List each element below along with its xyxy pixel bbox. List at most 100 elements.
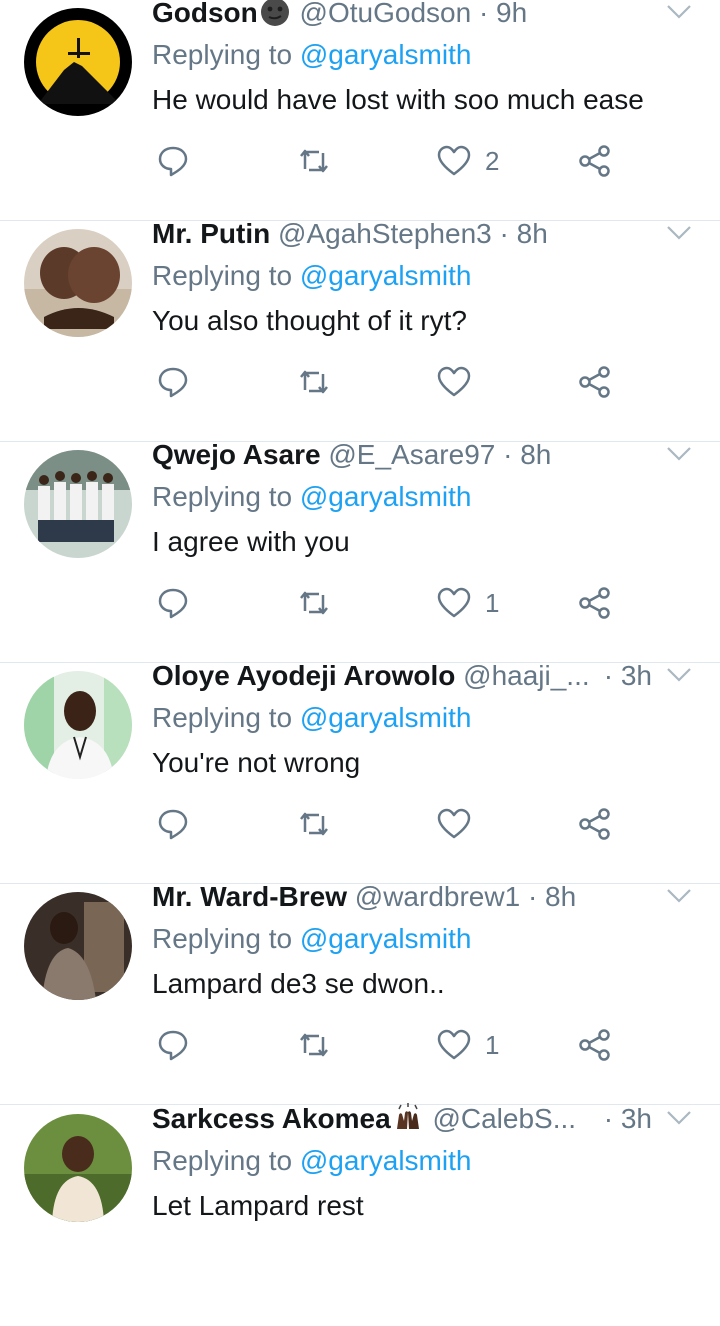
replying-label: Replying to bbox=[152, 39, 293, 70]
tweet[interactable]: Sarkcess Akomea @CalebS... · 3h Replying… bbox=[0, 1103, 720, 1326]
chevron-down-icon[interactable] bbox=[666, 666, 692, 684]
reply-icon bbox=[158, 588, 188, 619]
timestamp: · 3h bbox=[603, 660, 652, 691]
replying-to: Replying to @garyalsmith bbox=[152, 479, 471, 515]
tweet-header: Godson @OtuGodson · 9h bbox=[152, 0, 652, 31]
replying-label: Replying to bbox=[152, 702, 293, 733]
retweet-icon bbox=[300, 149, 328, 173]
reply-button[interactable] bbox=[156, 1025, 190, 1065]
like-button[interactable]: 2 bbox=[437, 141, 499, 181]
action-bar: 1 bbox=[0, 1025, 720, 1065]
mention-link[interactable]: @garyalsmith bbox=[300, 39, 472, 70]
display-name[interactable]: Godson bbox=[152, 0, 258, 28]
username[interactable]: @AgahStephen3 bbox=[278, 218, 492, 249]
tweet[interactable]: Godson @OtuGodson · 9h Replying to @gary… bbox=[0, 0, 720, 221]
tweet-text: He would have lost with soo much ease bbox=[152, 84, 644, 115]
avatar[interactable] bbox=[24, 229, 132, 337]
replying-label: Replying to bbox=[152, 481, 293, 512]
like-count: 2 bbox=[485, 145, 500, 176]
timestamp: · 8h bbox=[499, 218, 548, 249]
tweet-header: Sarkcess Akomea @CalebS... bbox=[152, 1101, 600, 1137]
replying-label: Replying to bbox=[152, 923, 293, 954]
tweet-text: You also thought of it ryt? bbox=[152, 305, 467, 336]
share-button[interactable] bbox=[578, 804, 612, 844]
avatar[interactable] bbox=[24, 8, 132, 116]
reply-icon bbox=[158, 146, 188, 177]
like-button[interactable] bbox=[437, 362, 485, 402]
like-icon bbox=[437, 587, 471, 618]
username[interactable]: @haaji_... bbox=[463, 660, 590, 691]
replying-to: Replying to @garyalsmith bbox=[152, 1143, 471, 1179]
share-icon bbox=[579, 366, 610, 398]
timestamp: · 9h bbox=[478, 0, 528, 28]
reply-button[interactable] bbox=[156, 804, 190, 844]
action-bar: 1 bbox=[0, 583, 720, 623]
action-bar: 2 bbox=[0, 141, 720, 181]
tweet[interactable]: Qwejo Asare @E_Asare97 · 8h Replying to … bbox=[0, 439, 720, 663]
share-button[interactable] bbox=[578, 362, 612, 402]
username[interactable]: @CalebS... bbox=[432, 1103, 576, 1134]
raising-hands-emoji bbox=[396, 1103, 419, 1129]
share-button[interactable] bbox=[578, 583, 612, 623]
display-name[interactable]: Mr. Putin bbox=[152, 218, 270, 249]
username[interactable]: @E_Asare97 bbox=[328, 439, 495, 470]
timestamp: · 8h bbox=[527, 881, 577, 912]
tweet-text: Lampard de3 se dwon.. bbox=[152, 968, 445, 999]
display-name[interactable]: Qwejo Asare bbox=[152, 439, 321, 470]
retweet-button[interactable] bbox=[297, 1025, 331, 1065]
avatar[interactable] bbox=[24, 671, 132, 779]
like-button[interactable] bbox=[437, 804, 485, 844]
share-icon bbox=[579, 808, 610, 840]
avatar[interactable] bbox=[24, 892, 132, 1000]
username[interactable]: @wardbrew1 bbox=[355, 881, 520, 912]
tweet-text: Let Lampard rest bbox=[152, 1190, 364, 1221]
like-icon bbox=[437, 145, 471, 176]
share-icon bbox=[579, 1029, 610, 1061]
retweet-button[interactable] bbox=[297, 583, 331, 623]
display-name[interactable]: Oloye Ayodeji Arowolo bbox=[152, 660, 455, 691]
chevron-down-icon[interactable] bbox=[666, 887, 692, 905]
reply-icon bbox=[158, 1030, 188, 1061]
reply-button[interactable] bbox=[156, 141, 190, 181]
share-icon bbox=[579, 587, 610, 619]
retweet-button[interactable] bbox=[297, 141, 331, 181]
chevron-down-icon[interactable] bbox=[666, 445, 692, 463]
retweet-button[interactable] bbox=[297, 804, 331, 844]
tweet-text: I agree with you bbox=[152, 526, 350, 557]
mention-link[interactable]: @garyalsmith bbox=[300, 702, 472, 733]
reply-button[interactable] bbox=[156, 583, 190, 623]
chevron-down-icon[interactable] bbox=[666, 224, 692, 242]
share-button[interactable] bbox=[578, 141, 612, 181]
new-moon-face-emoji bbox=[260, 0, 289, 26]
username[interactable]: @OtuGodson bbox=[300, 0, 472, 28]
mention-link[interactable]: @garyalsmith bbox=[300, 923, 472, 954]
retweet-button[interactable] bbox=[297, 362, 331, 402]
avatar[interactable] bbox=[24, 1114, 132, 1222]
mention-link[interactable]: @garyalsmith bbox=[300, 1145, 472, 1176]
mention-link[interactable]: @garyalsmith bbox=[300, 481, 472, 512]
tweet[interactable]: Mr. Ward-Brew @wardbrew1 · 8h Replying t… bbox=[0, 881, 720, 1105]
mention-link[interactable]: @garyalsmith bbox=[300, 260, 472, 291]
tweet[interactable]: Mr. Putin @AgahStephen3 · 8h Replying to… bbox=[0, 218, 720, 442]
like-button[interactable]: 1 bbox=[437, 583, 499, 623]
reply-icon bbox=[158, 367, 188, 398]
timestamp: · 3h bbox=[603, 1103, 652, 1134]
chevron-down-icon[interactable] bbox=[666, 3, 692, 21]
tweet-header: Qwejo Asare @E_Asare97 · 8h bbox=[152, 437, 652, 473]
display-name[interactable]: Mr. Ward-Brew bbox=[152, 881, 347, 912]
like-button[interactable]: 1 bbox=[437, 1025, 499, 1065]
display-name[interactable]: Sarkcess Akomea bbox=[152, 1103, 391, 1134]
chevron-down-icon[interactable] bbox=[666, 1109, 692, 1127]
retweet-icon bbox=[300, 591, 328, 615]
reply-button[interactable] bbox=[156, 362, 190, 402]
replying-to: Replying to @garyalsmith bbox=[152, 700, 471, 736]
like-icon bbox=[437, 366, 471, 397]
share-button[interactable] bbox=[578, 1025, 612, 1065]
replying-to: Replying to @garyalsmith bbox=[152, 921, 471, 957]
tweet[interactable]: Oloye Ayodeji Arowolo @haaji_... · 3h Re… bbox=[0, 660, 720, 884]
tweet-header: Oloye Ayodeji Arowolo @haaji_... bbox=[152, 658, 600, 694]
share-icon bbox=[579, 145, 610, 177]
tweet-header: Mr. Putin @AgahStephen3 · 8h bbox=[152, 216, 652, 252]
avatar[interactable] bbox=[24, 450, 132, 558]
action-bar bbox=[0, 804, 720, 844]
